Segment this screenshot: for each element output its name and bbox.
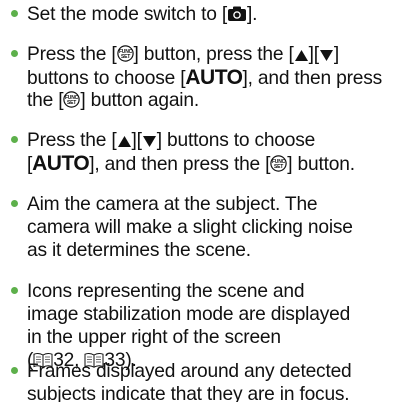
- auto-label: AUTO: [32, 152, 90, 175]
- text-line: Aim the camera at the subject. The: [27, 194, 318, 215]
- down-triangle-icon: [142, 131, 157, 154]
- up-triangle-icon: [294, 45, 309, 68]
- camera-icon: [227, 5, 247, 28]
- text-line: Set the mode switch to [].: [27, 3, 257, 28]
- text-line: Icons representing the scene and: [27, 281, 305, 302]
- bullet-icon: [11, 200, 18, 207]
- instruction-list: Set the mode switch to []. Press the [FU…: [0, 0, 405, 402]
- text-line: Frames displayed around any detected: [27, 361, 352, 382]
- text-line: subjects indicate that they are in focus…: [27, 384, 350, 402]
- svg-text:SET: SET: [120, 54, 129, 60]
- svg-text:SET: SET: [67, 100, 76, 106]
- text-line: buttons to choose [AUTO], and then press: [27, 66, 383, 89]
- text-line: [AUTO], and then press the [FUNC SET] but…: [27, 152, 355, 178]
- up-triangle-icon: [117, 131, 132, 154]
- bullet-icon: [11, 136, 18, 143]
- text-line: in the upper right of the screen: [27, 327, 281, 348]
- func-set-icon: FUNC SET: [270, 155, 287, 178]
- text-line: the [FUNC SET] button again.: [27, 89, 199, 114]
- bullet-icon: [11, 10, 18, 17]
- text-line: image stabilization mode are displayed: [27, 304, 351, 325]
- text-line: Press the [FUNC SET] button, press the []…: [27, 43, 339, 68]
- down-triangle-icon: [319, 45, 334, 68]
- text-line: as it determines the scene.: [27, 240, 251, 261]
- text-line: camera will make a slight clicking noise: [27, 217, 353, 238]
- svg-text:SET: SET: [274, 164, 283, 170]
- bullet-icon: [11, 50, 18, 57]
- auto-label: AUTO: [185, 66, 243, 89]
- bullet-icon: [11, 287, 18, 294]
- func-set-icon: FUNC SET: [116, 45, 134, 68]
- text-line: Press the [][] buttons to choose: [27, 129, 315, 154]
- bullet-icon: [11, 367, 18, 374]
- func-set-icon: FUNC SET: [63, 91, 81, 114]
